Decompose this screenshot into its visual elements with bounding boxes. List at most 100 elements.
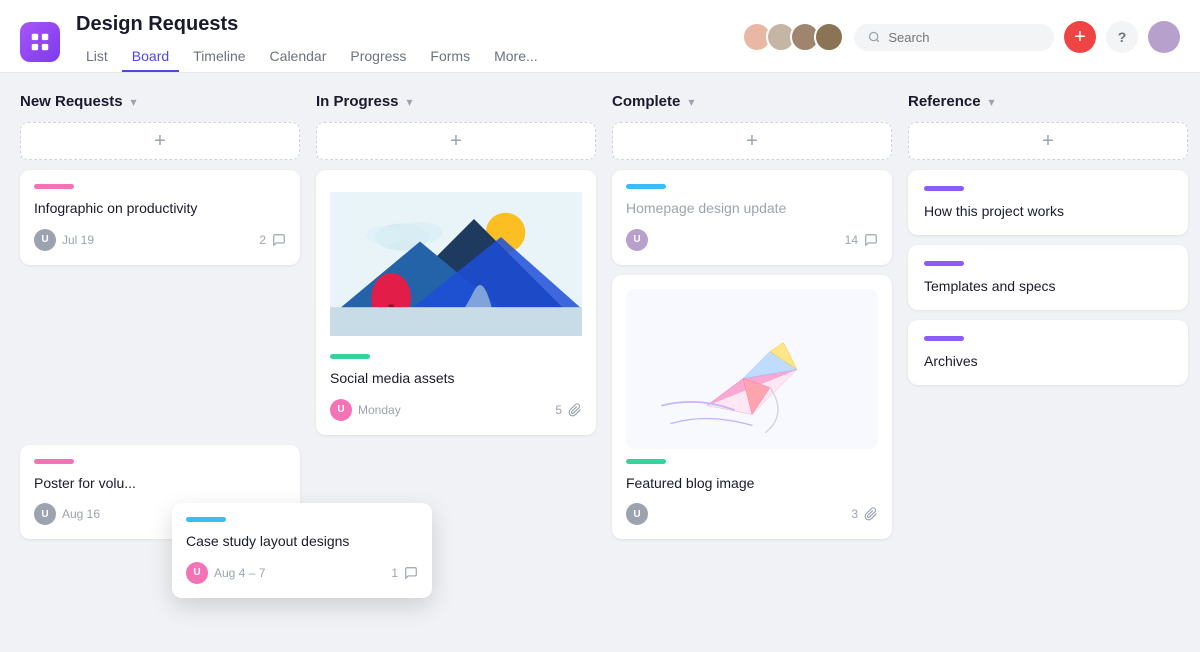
column-new-requests: New Requests ▾ + Infographic on producti… — [20, 93, 300, 549]
search-bar[interactable] — [854, 24, 1054, 51]
card-tag — [330, 354, 370, 359]
card-title: Poster for volu... — [34, 474, 286, 494]
card-social-media[interactable]: Social media assets U Monday 5 — [316, 170, 596, 435]
tab-calendar[interactable]: Calendar — [260, 42, 337, 72]
card-meta: U — [626, 503, 648, 525]
ref-card-tag — [924, 186, 964, 191]
card-date: Aug 16 — [62, 507, 100, 521]
ref-card-archives[interactable]: Archives — [908, 320, 1188, 385]
header-actions: + ? — [742, 21, 1180, 63]
column-title-new-requests: New Requests — [20, 93, 123, 110]
card-title: Homepage design update — [626, 199, 878, 219]
column-header-in-progress: In Progress ▾ — [316, 93, 596, 110]
grid-icon — [29, 31, 51, 53]
search-icon — [868, 30, 880, 44]
chevron-icon-reference[interactable]: ▾ — [989, 95, 995, 109]
paper-plane-svg — [626, 289, 878, 449]
ref-card-tag — [924, 336, 964, 341]
nav-tabs: List Board Timeline Calendar Progress Fo… — [76, 42, 726, 72]
comment-count: 3 — [851, 507, 858, 521]
project-title: Design Requests — [76, 12, 726, 36]
tab-board[interactable]: Board — [122, 42, 179, 72]
help-button[interactable]: ? — [1106, 21, 1138, 53]
avatar: U — [186, 562, 208, 584]
comment-icon — [404, 566, 418, 580]
tab-more[interactable]: More... — [484, 42, 548, 72]
card-tag — [186, 517, 226, 522]
mountain-scene-svg — [330, 184, 582, 344]
chevron-icon-in-progress[interactable]: ▾ — [407, 95, 413, 109]
card-meta: U Aug 4 – 7 — [186, 562, 265, 584]
avatar: U — [626, 503, 648, 525]
search-input[interactable] — [888, 30, 1040, 45]
header: Design Requests List Board Timeline Cale… — [0, 0, 1200, 73]
card-infographic[interactable]: Infographic on productivity U Jul 19 2 — [20, 170, 300, 265]
card-title: Infographic on productivity — [34, 199, 286, 219]
user-avatar[interactable] — [1148, 21, 1180, 53]
card-tag — [34, 459, 74, 464]
column-reference: Reference ▾ + How this project works Tem… — [908, 93, 1188, 395]
column-complete: Complete ▾ + Homepage design update U 14 — [612, 93, 892, 549]
card-footer: U 3 — [626, 503, 878, 525]
chevron-icon-complete[interactable]: ▾ — [688, 95, 694, 109]
card-blog-image[interactable]: Featured blog image U 3 — [612, 275, 892, 540]
card-actions: 14 — [845, 233, 878, 247]
card-image-plane — [626, 289, 878, 449]
card-meta: U Monday — [330, 399, 401, 421]
card-title: Featured blog image — [626, 474, 878, 494]
chevron-icon-new-requests[interactable]: ▾ — [131, 95, 137, 109]
card-footer: U Aug 4 – 7 1 — [186, 562, 418, 584]
tab-list[interactable]: List — [76, 42, 118, 72]
card-meta: U Aug 16 — [34, 503, 100, 525]
avatar: U — [626, 229, 648, 251]
add-card-button-complete[interactable]: + — [612, 122, 892, 160]
tab-timeline[interactable]: Timeline — [183, 42, 255, 72]
card-title: Case study layout designs — [186, 532, 418, 552]
app-container: Design Requests List Board Timeline Cale… — [0, 0, 1200, 635]
attachment-icon — [568, 403, 582, 417]
board: New Requests ▾ + Infographic on producti… — [0, 73, 1200, 635]
add-button[interactable]: + — [1064, 21, 1096, 53]
card-tag — [626, 459, 666, 464]
card-image-mountain — [330, 184, 582, 344]
add-card-button-new-requests[interactable]: + — [20, 122, 300, 160]
column-header-complete: Complete ▾ — [612, 93, 892, 110]
app-icon[interactable] — [20, 22, 60, 62]
card-actions: 5 — [555, 403, 582, 417]
ref-card-templates-specs[interactable]: Templates and specs — [908, 245, 1188, 310]
column-in-progress: In Progress ▾ + — [316, 93, 596, 445]
ref-card-title: Archives — [924, 353, 1172, 369]
card-actions: 2 — [259, 233, 286, 247]
column-header-reference: Reference ▾ — [908, 93, 1188, 110]
header-title-area: Design Requests List Board Timeline Cale… — [76, 12, 726, 72]
card-homepage[interactable]: Homepage design update U 14 — [612, 170, 892, 265]
card-actions: 1 — [391, 566, 418, 580]
tab-progress[interactable]: Progress — [340, 42, 416, 72]
add-card-button-in-progress[interactable]: + — [316, 122, 596, 160]
card-footer: U 14 — [626, 229, 878, 251]
column-title-complete: Complete — [612, 93, 680, 110]
ref-card-tag — [924, 261, 964, 266]
card-tag — [626, 184, 666, 189]
card-date: Monday — [358, 403, 401, 417]
comment-icon — [864, 233, 878, 247]
column-title-in-progress: In Progress — [316, 93, 399, 110]
ref-card-title: Templates and specs — [924, 278, 1172, 294]
comment-count: 14 — [845, 233, 858, 247]
ref-card-how-project-works[interactable]: How this project works — [908, 170, 1188, 235]
add-card-button-reference[interactable]: + — [908, 122, 1188, 160]
column-header-new-requests: New Requests ▾ — [20, 93, 300, 110]
card-date: Jul 19 — [62, 233, 94, 247]
avatar: U — [34, 503, 56, 525]
attachment-icon — [864, 507, 878, 521]
floating-card-case-study[interactable]: Case study layout designs U Aug 4 – 7 1 — [172, 503, 432, 598]
ref-card-title: How this project works — [924, 203, 1172, 219]
avatar — [814, 22, 844, 52]
card-tag — [34, 184, 74, 189]
card-meta: U Jul 19 — [34, 229, 94, 251]
comment-count: 5 — [555, 403, 562, 417]
card-meta: U — [626, 229, 648, 251]
avatar-group — [742, 22, 844, 52]
tab-forms[interactable]: Forms — [420, 42, 480, 72]
card-title: Social media assets — [330, 369, 582, 389]
